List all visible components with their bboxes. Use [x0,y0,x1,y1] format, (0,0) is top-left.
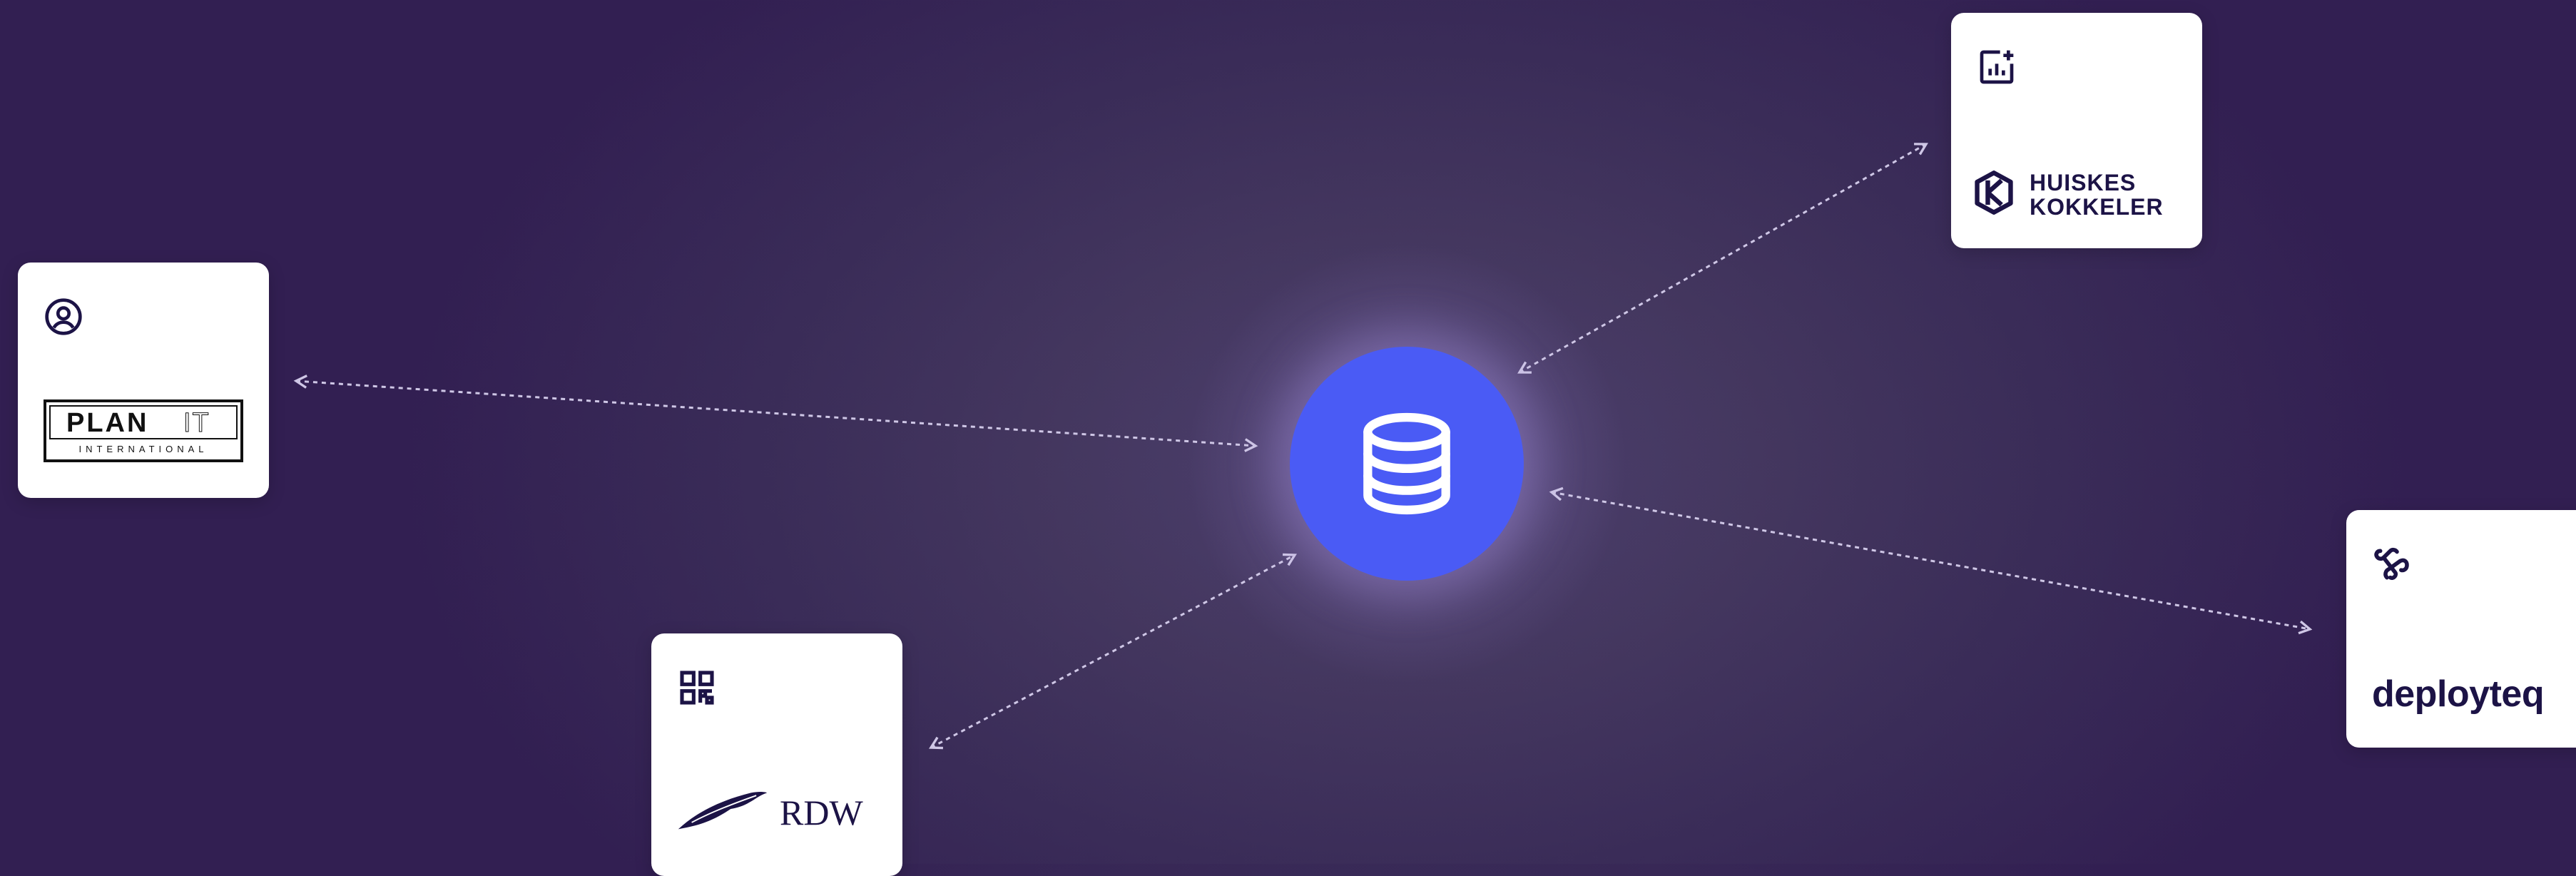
qr-code-icon [680,671,714,705]
user-circle-icon [45,298,82,335]
deployteq-logo: deployteq [2372,673,2545,715]
card-deployteq[interactable]: deployteq [2346,510,2576,748]
rdw-logo: RDW [676,783,882,840]
arrow-plan-it [293,375,1258,452]
huiskes-kokkeler-logo: HUISKES KOKKELER [1971,164,2185,221]
database-hub [1290,347,1524,581]
database-icon [1363,412,1450,515]
card-plan-it[interactable]: PLAN IT INTERNATIONAL [18,263,269,498]
integration-diagram: PLAN IT INTERNATIONAL RDW HUISKES KOKKEL… [0,0,2576,876]
chart-plus-icon [1980,50,2014,84]
card-huiskes-kokkeler[interactable]: HUISKES KOKKELER [1951,13,2202,248]
card-rdw[interactable]: RDW [651,633,902,876]
plan-it-logo: PLAN IT INTERNATIONAL [44,399,243,462]
huiskes-mark-icon [1975,170,2013,215]
link-icon [2374,547,2409,580]
rdw-feather-icon [678,792,768,830]
